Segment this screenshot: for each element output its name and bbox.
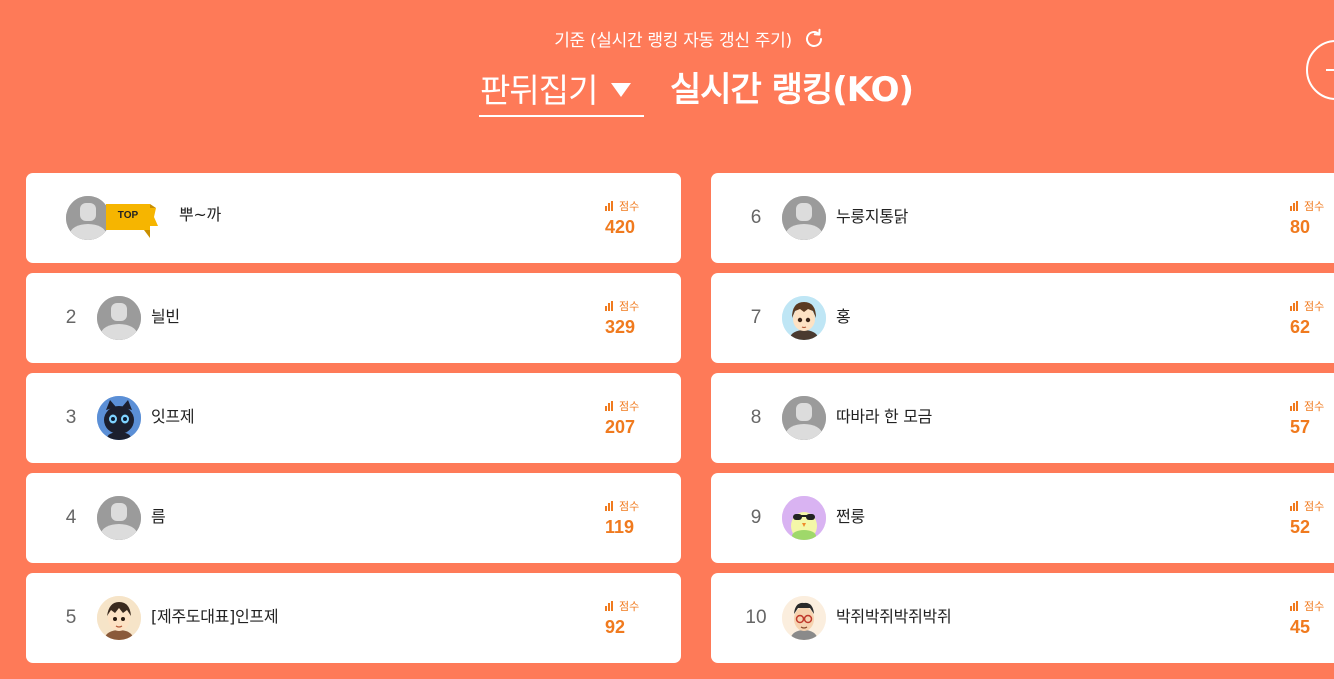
player-name: 따바라 한 모금 [836,407,933,426]
score-label: 점수 [619,500,640,513]
plus-icon [1326,69,1334,71]
score-label: 점수 [1304,200,1325,213]
rank-number: 6 [750,207,762,228]
bar-chart-icon [1290,201,1299,211]
score-value: 80 [1290,217,1311,237]
ranking-card: 3 잇프제 점수 207 [26,373,681,463]
score-label: 점수 [619,200,640,213]
bird-sunglasses-avatar [782,496,826,540]
score-label: 점수 [619,300,640,313]
bar-chart-icon [605,201,614,211]
refresh-icon[interactable] [802,27,826,51]
rank-number: 2 [65,307,77,328]
score-value: 52 [1290,517,1311,537]
game-select-label: 판뒤집기 [480,70,598,110]
criteria-line: 기준 (실시간 랭킹 자동 갱신 주기) [0,26,1334,53]
title-row: 판뒤집기 실시간 랭킹(KO) [479,60,914,118]
bar-chart-icon [605,301,614,311]
score-value: 329 [605,317,636,337]
score-box: 점수 119 [605,499,665,538]
score-box: 점수 80 [1290,199,1334,238]
bar-chart-icon [605,601,614,611]
score-label: 점수 [619,600,640,613]
score-value: 207 [605,417,636,437]
black-cat-avatar [97,396,141,440]
caret-down-icon [611,82,632,97]
score-box: 점수 420 [605,199,665,238]
cartoon-boy-avatar [782,296,826,340]
rank-number: 8 [750,407,762,428]
game-select-dropdown[interactable]: 판뒤집기 [479,60,644,117]
top-badge: TOP [106,204,158,240]
ranking-card: 8 따바라 한 모금 점수 57 [711,373,1334,463]
default-avatar-icon [782,196,826,240]
score-value: 45 [1290,617,1311,637]
player-name: 잇프제 [151,407,195,426]
ranking-card: 10 박쥐박쥐박쥐박쥐 점수 45 [711,573,1334,663]
score-label: 점수 [1304,600,1325,613]
ranking-card: 9 쩐룽 점수 52 [711,473,1334,563]
ranking-card: TOP 뿌~까 점수 420 [26,173,681,263]
player-name: 름 [151,507,166,526]
bar-chart-icon [1290,601,1299,611]
score-box: 점수 329 [605,299,665,338]
score-value: 119 [605,517,635,537]
score-label: 점수 [1304,500,1325,513]
ranking-column-right: 6 누룽지통닭 점수 80 7 홍 점수 62 8 따바라 한 모금 점수 57 [711,173,1334,673]
score-value: 92 [605,617,626,637]
default-avatar-icon [66,196,110,240]
score-label: 점수 [1304,400,1325,413]
rank-number: 10 [745,607,767,628]
bar-chart-icon [605,501,614,511]
cartoon-boy-avatar [97,596,141,640]
ranking-header: 기준 (실시간 랭킹 자동 갱신 주기) 판뒤집기 실시간 랭킹(KO) [0,0,1334,140]
page-title: 실시간 랭킹(KO) [670,69,914,110]
player-name: 뿌~까 [179,205,221,224]
rank-number: 9 [750,507,762,528]
ranking-column-left: TOP 뿌~까 점수 420 2 늴빈 점수 329 3 잇프제 점수 207 … [26,173,681,673]
ranking-card: 2 늴빈 점수 329 [26,273,681,363]
ranking-card: 5 [제주도대표]인프제 점수 92 [26,573,681,663]
score-label: 점수 [619,400,640,413]
bar-chart-icon [1290,401,1299,411]
score-value: 62 [1290,317,1311,337]
player-name: 홍 [836,307,851,326]
score-value: 420 [605,217,636,237]
score-box: 점수 57 [1290,399,1334,438]
player-name: [제주도대표]인프제 [151,607,279,626]
default-avatar-icon [97,496,141,540]
rank-number: 7 [750,307,762,328]
criteria-text: 기준 (실시간 랭킹 자동 갱신 주기) [554,31,792,51]
score-box: 점수 52 [1290,499,1334,538]
rank-number: 4 [65,507,77,528]
rank-number: 3 [65,407,77,428]
score-box: 점수 62 [1290,299,1334,338]
score-box: 점수 207 [605,399,665,438]
bar-chart-icon [605,401,614,411]
bar-chart-icon [1290,501,1299,511]
ranking-card: 6 누룽지통닭 점수 80 [711,173,1334,263]
score-box: 점수 45 [1290,599,1334,638]
top-badge-label: TOP [117,210,139,221]
rank-number: 5 [65,607,77,628]
score-label: 점수 [1304,300,1325,313]
player-name: 박쥐박쥐박쥐박쥐 [836,607,952,626]
default-avatar-icon [97,296,141,340]
default-avatar-icon [782,396,826,440]
score-box: 점수 92 [605,599,665,638]
glasses-man-avatar [782,596,826,640]
bar-chart-icon [1290,301,1299,311]
ranking-card: 7 홍 점수 62 [711,273,1334,363]
player-name: 늴빈 [151,307,180,326]
player-name: 쩐룽 [836,507,865,526]
player-name: 누룽지통닭 [836,207,909,226]
ranking-card: 4 름 점수 119 [26,473,681,563]
score-value: 57 [1290,417,1311,437]
